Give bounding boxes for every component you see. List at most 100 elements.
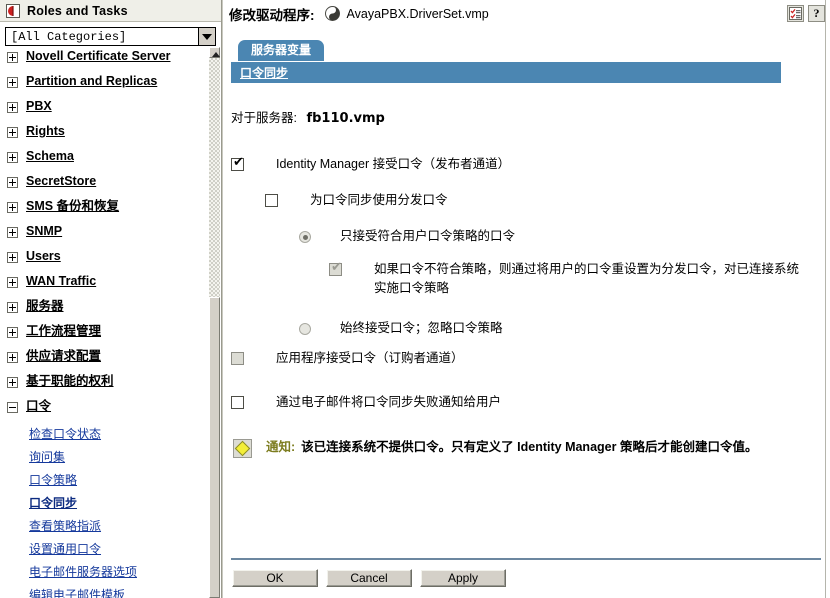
- notice-text: 通知: 该已连接系统不提供口令。只有定义了 Identity Manager 策略…: [266, 438, 757, 457]
- sidebar-category-label[interactable]: 工作流程管理: [26, 322, 101, 341]
- sidebar-task-2[interactable]: 口令策略: [0, 468, 205, 491]
- chevron-down-icon[interactable]: [198, 28, 215, 45]
- option-label-accept-only-policy-compliant: 只接受符合用户口令策略的口令: [340, 229, 516, 243]
- option-label-idm-accept-password: Identity Manager 接受口令（发布者通道）: [276, 157, 511, 171]
- sidebar-category-5[interactable]: SecretStore: [0, 172, 205, 197]
- sidebar-category-14[interactable]: 口令: [0, 397, 205, 422]
- driverset-object-icon: [324, 5, 341, 22]
- sidebar: Roles and Tasks [All Categories] Novell …: [0, 0, 222, 598]
- plus-icon[interactable]: [7, 102, 18, 113]
- plus-icon[interactable]: [7, 352, 18, 363]
- plus-icon[interactable]: [7, 52, 18, 63]
- sidebar-category-label[interactable]: 服务器: [26, 297, 64, 316]
- minus-icon[interactable]: [7, 402, 18, 413]
- cancel-button[interactable]: Cancel: [326, 569, 412, 587]
- sidebar-category-4[interactable]: Schema: [0, 147, 205, 172]
- apply-button[interactable]: Apply: [420, 569, 506, 587]
- plus-icon[interactable]: [7, 77, 18, 88]
- sidebar-category-label[interactable]: Rights: [26, 122, 65, 141]
- sidebar-task-label[interactable]: 询问集: [29, 449, 65, 465]
- sidebar-task-7[interactable]: 编辑电子邮件模板: [0, 583, 205, 598]
- sidebar-category-label[interactable]: 基于职能的权利: [26, 372, 114, 391]
- plus-icon[interactable]: [7, 127, 18, 138]
- option-row-accept-only-policy-compliant[interactable]: 只接受符合用户口令策略的口令: [299, 227, 819, 246]
- help-icon[interactable]: ?: [808, 5, 825, 22]
- sidebar-category-label[interactable]: Novell Certificate Server: [26, 47, 171, 66]
- checkbox-idm-accept-password[interactable]: ✔: [231, 156, 244, 171]
- sidebar-task-label[interactable]: 口令策略: [29, 472, 77, 488]
- sidebar-task-0[interactable]: 检查口令状态: [0, 422, 205, 445]
- plus-icon[interactable]: [7, 277, 18, 288]
- sidebar-task-label[interactable]: 口令同步: [29, 495, 77, 511]
- category-select[interactable]: [All Categories]: [5, 27, 216, 46]
- option-row-notify-user-by-email[interactable]: 通过电子邮件将口令同步失败通知给用户: [231, 393, 751, 412]
- sidebar-task-label[interactable]: 编辑电子邮件模板: [29, 587, 125, 598]
- page-title: 修改驱动程序:: [229, 7, 315, 23]
- sidebar-category-7[interactable]: SNMP: [0, 222, 205, 247]
- sidebar-task-label[interactable]: 设置通用口令: [29, 541, 101, 557]
- notice-box: 通知: 该已连接系统不提供口令。只有定义了 Identity Manager 策略…: [233, 438, 811, 458]
- sidebar-category-1[interactable]: Partition and Replicas: [0, 72, 205, 97]
- view-objects-icon[interactable]: [787, 5, 804, 22]
- option-row-use-distribution-password[interactable]: 为口令同步使用分发口令: [265, 191, 785, 210]
- sidebar-category-11[interactable]: 工作流程管理: [0, 322, 205, 347]
- sidebar-category-label[interactable]: Schema: [26, 147, 74, 166]
- radio-always-accept-ignore-policy: [299, 323, 311, 335]
- sidebar-task-5[interactable]: 设置通用口令: [0, 537, 205, 560]
- option-label-app-accepts-password: 应用程序接受口令（订购者通道）: [276, 351, 464, 365]
- sidebar-task-3[interactable]: 口令同步: [0, 491, 205, 514]
- sidebar-category-label[interactable]: Users: [26, 247, 61, 266]
- sidebar-category-8[interactable]: Users: [0, 247, 205, 272]
- sidebar-task-label[interactable]: 查看策略指派: [29, 518, 101, 534]
- sidebar-category-label[interactable]: 口令: [26, 397, 51, 416]
- ok-button[interactable]: OK: [232, 569, 318, 587]
- plus-icon[interactable]: [7, 152, 18, 163]
- option-label-notify-user-by-email: 通过电子邮件将口令同步失败通知给用户: [276, 395, 502, 409]
- sidebar-category-2[interactable]: PBX: [0, 97, 205, 122]
- sidebar-category-label[interactable]: PBX: [26, 97, 52, 116]
- plus-icon[interactable]: [7, 177, 18, 188]
- option-row-enforce-policy-reset[interactable]: ✔ 如果口令不符合策略，则通过将用户的口令重设置为分发口令，对已连接系统实施口令策…: [329, 260, 799, 298]
- plus-icon[interactable]: [7, 202, 18, 213]
- option-row-idm-accept-password[interactable]: ✔ Identity Manager 接受口令（发布者通道）: [231, 155, 751, 174]
- plus-icon[interactable]: [7, 327, 18, 338]
- tab-server-variables[interactable]: 服务器变量: [238, 40, 325, 61]
- tab-strip: 服务器变量: [223, 40, 830, 62]
- plus-icon[interactable]: [7, 227, 18, 238]
- plus-icon[interactable]: [7, 377, 18, 388]
- scrollbar-thumb[interactable]: [209, 297, 220, 598]
- sidebar-category-label[interactable]: SNMP: [26, 222, 62, 241]
- sidebar-category-label[interactable]: 供应请求配置: [26, 347, 101, 366]
- sidebar-category-6[interactable]: SMS 备份和恢复: [0, 197, 205, 222]
- sidebar-task-6[interactable]: 电子邮件服务器选项: [0, 560, 205, 583]
- sidebar-scrollbar[interactable]: [209, 47, 220, 598]
- plus-icon[interactable]: [7, 252, 18, 263]
- subtab-password-sync[interactable]: 口令同步: [240, 64, 288, 81]
- roles-and-tasks-icon: [6, 3, 20, 18]
- sidebar-category-0[interactable]: Novell Certificate Server: [0, 47, 205, 72]
- sidebar-task-4[interactable]: 查看策略指派: [0, 514, 205, 537]
- sidebar-category-label[interactable]: Partition and Replicas: [26, 72, 157, 91]
- scroll-up-arrow-icon[interactable]: [209, 47, 220, 58]
- option-label-enforce-policy-reset: 如果口令不符合策略，则通过将用户的口令重设置为分发口令，对已连接系统实施口令策略: [374, 262, 800, 295]
- sidebar-task-label[interactable]: 检查口令状态: [29, 426, 101, 442]
- footer-button-row: OK Cancel Apply: [223, 560, 830, 587]
- page-header: 修改驱动程序: AvayaPBX.DriverSet.vmp ?: [223, 0, 830, 27]
- sidebar-nav-scroll-viewport: Novell Certificate Server Partition and R…: [0, 47, 221, 598]
- sidebar-task-label[interactable]: 电子邮件服务器选项: [29, 564, 137, 580]
- sidebar-category-3[interactable]: Rights: [0, 122, 205, 147]
- sidebar-category-label[interactable]: SMS 备份和恢复: [26, 197, 119, 216]
- sidebar-category-13[interactable]: 基于职能的权利: [0, 372, 205, 397]
- sidebar-category-10[interactable]: 服务器: [0, 297, 205, 322]
- notice-body: 该已连接系统不提供口令。只有定义了 Identity Manager 策略后才能…: [301, 440, 758, 454]
- sidebar-category-label[interactable]: SecretStore: [26, 172, 96, 191]
- sidebar-category-12[interactable]: 供应请求配置: [0, 347, 205, 372]
- checkbox-use-distribution-password[interactable]: [265, 194, 278, 207]
- sidebar-category-9[interactable]: WAN Traffic: [0, 272, 205, 297]
- checkbox-notify-user-by-email[interactable]: [231, 396, 244, 409]
- sidebar-category-label[interactable]: WAN Traffic: [26, 272, 96, 291]
- option-row-always-accept-ignore-policy[interactable]: 始终接受口令；忽略口令策略: [299, 319, 819, 338]
- plus-icon[interactable]: [7, 302, 18, 313]
- sidebar-task-1[interactable]: 询问集: [0, 445, 205, 468]
- option-row-app-accepts-password[interactable]: 应用程序接受口令（订购者通道）: [231, 349, 751, 368]
